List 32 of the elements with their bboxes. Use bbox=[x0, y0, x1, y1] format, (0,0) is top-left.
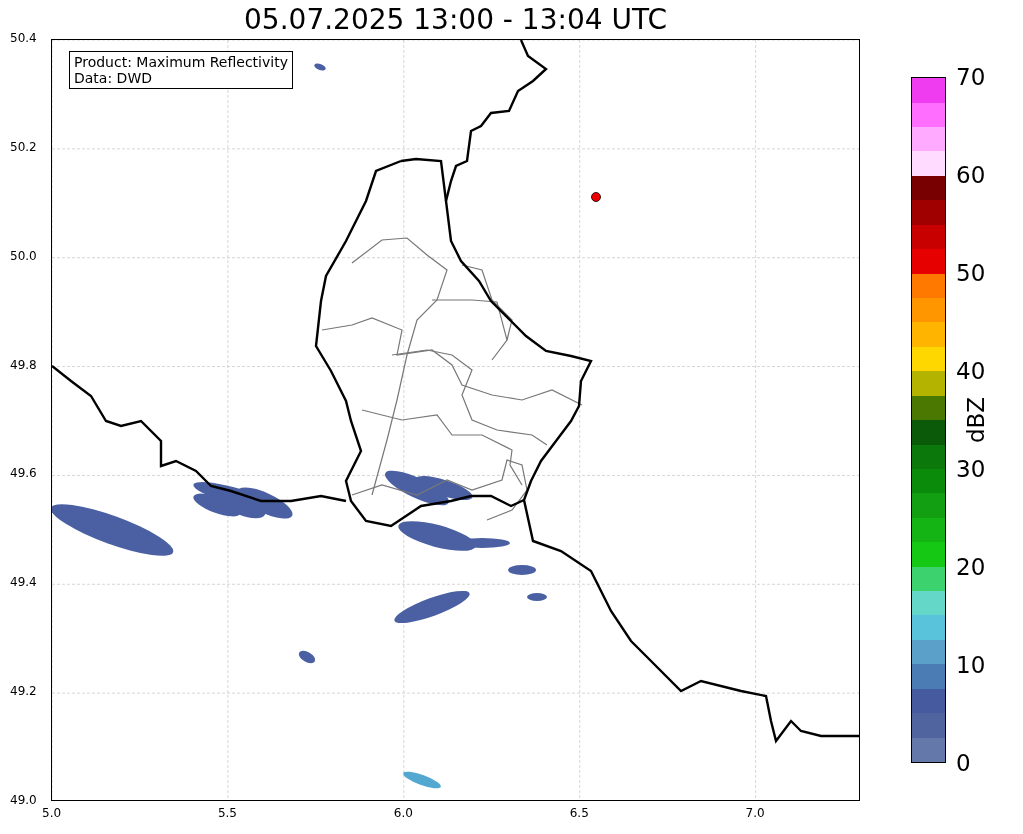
colorbar-tick-label: 50 bbox=[956, 260, 986, 286]
x-tick-label: 6.5 bbox=[569, 806, 589, 820]
radar-echo-patch bbox=[237, 487, 293, 519]
radar-echo-patch bbox=[527, 593, 547, 601]
y-tick-label: 50.4 bbox=[10, 31, 37, 45]
y-tick-label: 49.8 bbox=[10, 357, 37, 372]
radar-echo-patch bbox=[298, 650, 316, 664]
colorbar-tick-label: 20 bbox=[956, 554, 986, 580]
x-tick-label: 5.0 bbox=[42, 806, 62, 820]
y-tick-label: 49.2 bbox=[10, 684, 37, 699]
chart-title: 05.07.2025 13:00 - 13:04 UTC bbox=[243, 2, 668, 38]
colorbar-tick-label: 0 bbox=[956, 750, 971, 776]
legend-text: Data: DWD bbox=[74, 70, 153, 86]
location-marker-icon bbox=[591, 192, 601, 202]
radar-echo-patch bbox=[403, 771, 441, 789]
y-tick-label: 49.4 bbox=[10, 575, 37, 590]
y-tick-label: 50.0 bbox=[10, 248, 37, 263]
colorbar-tick-label: 40 bbox=[956, 358, 986, 384]
y-tick-label: 50.2 bbox=[10, 139, 37, 154]
legend-text: Product: Maximum Reflectivity bbox=[74, 54, 288, 70]
colorbar-tick-label: 70 bbox=[956, 64, 986, 90]
y-tick-label: 49.6 bbox=[10, 466, 37, 481]
radar-echo-patch bbox=[314, 63, 326, 71]
colorbar-tick-label: 60 bbox=[956, 162, 986, 188]
colorbar-tick-label: 30 bbox=[956, 456, 986, 482]
colorbar-unit-label: dBZ bbox=[963, 396, 989, 444]
x-tick-label: 6.0 bbox=[393, 806, 413, 820]
colorbar-tick-label: 10 bbox=[956, 652, 986, 678]
x-tick-label: 7.0 bbox=[745, 806, 765, 820]
x-tick-label: 5.5 bbox=[217, 806, 237, 820]
y-tick-label: 49.0 bbox=[10, 793, 37, 807]
radar-echo-patch bbox=[508, 565, 536, 575]
